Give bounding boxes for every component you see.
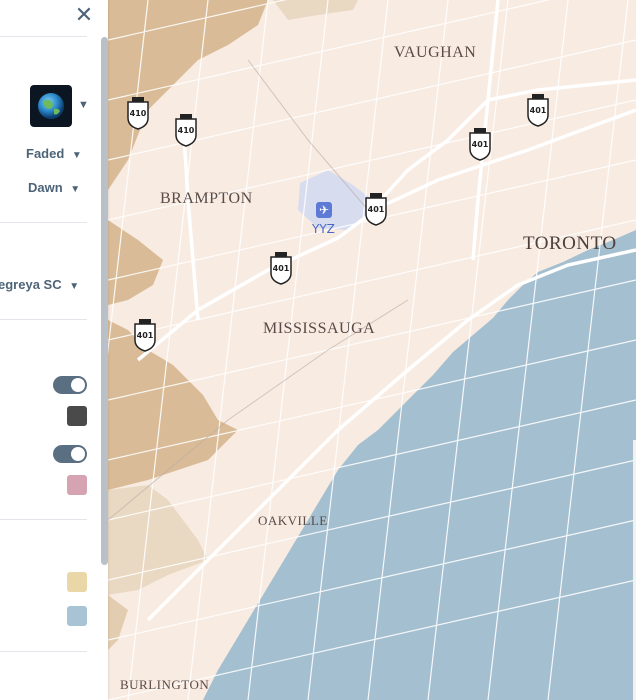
place-label-burlington: BURLINGTON [120,677,210,692]
color-swatch-1[interactable] [67,406,87,426]
place-label-toronto: TORONTO [523,233,617,254]
airport-icon: ✈ [316,202,332,218]
divider [0,519,87,520]
chevron-down-icon: ▼ [71,150,82,161]
map-background [108,0,636,700]
globe-icon [38,93,64,119]
color-swatch-3[interactable] [67,572,87,592]
highway-shield-401: 401 [467,127,493,161]
color-swatch-4[interactable] [67,606,87,626]
highway-shield-401: 401 [132,318,158,352]
color-swatch-2[interactable] [67,475,87,495]
panel-scrollbar[interactable] [101,37,108,565]
chevron-down-icon: ▼ [70,184,81,195]
close-icon[interactable]: ✕ [74,4,94,26]
divider [0,319,87,320]
place-label-mississauga: MISSISSAUGA [263,320,376,337]
chevron-down-icon[interactable]: ▼ [78,99,89,111]
font-dropdown-label: egreya SC [0,277,62,292]
highway-shield-410: 410 [173,113,199,147]
map-canvas[interactable]: VAUGHAN BRAMPTON TORONTO MISSISSAUGA OAK… [108,0,636,700]
place-label-brampton: BRAMPTON [160,190,253,207]
basemap-selector-button[interactable] [30,85,72,127]
style-dropdown[interactable]: Faded ▼ [26,146,82,161]
highway-shield-401: 401 [268,251,294,285]
toggle-switch-2[interactable] [53,445,87,463]
side-panel: ✕ ▼ Faded ▼ Dawn ▼ egreya SC ▼ [0,0,108,700]
place-label-vaughan: VAUGHAN [394,44,477,61]
time-dropdown-label: Dawn [28,180,63,195]
divider [0,651,87,652]
place-label-oakville: OAKVILLE [258,513,328,528]
highway-shield-410: 410 [125,96,151,130]
highway-shield-401: 401 [525,93,551,127]
divider [0,222,87,223]
font-dropdown[interactable]: egreya SC ▼ [0,277,79,292]
time-dropdown[interactable]: Dawn ▼ [28,180,80,195]
airport-label: YYZ [312,222,335,236]
chevron-down-icon: ▼ [69,281,80,292]
style-dropdown-label: Faded [26,146,65,161]
toggle-switch-1[interactable] [53,376,87,394]
highway-shield-401: 401 [363,192,389,226]
divider [0,36,87,37]
